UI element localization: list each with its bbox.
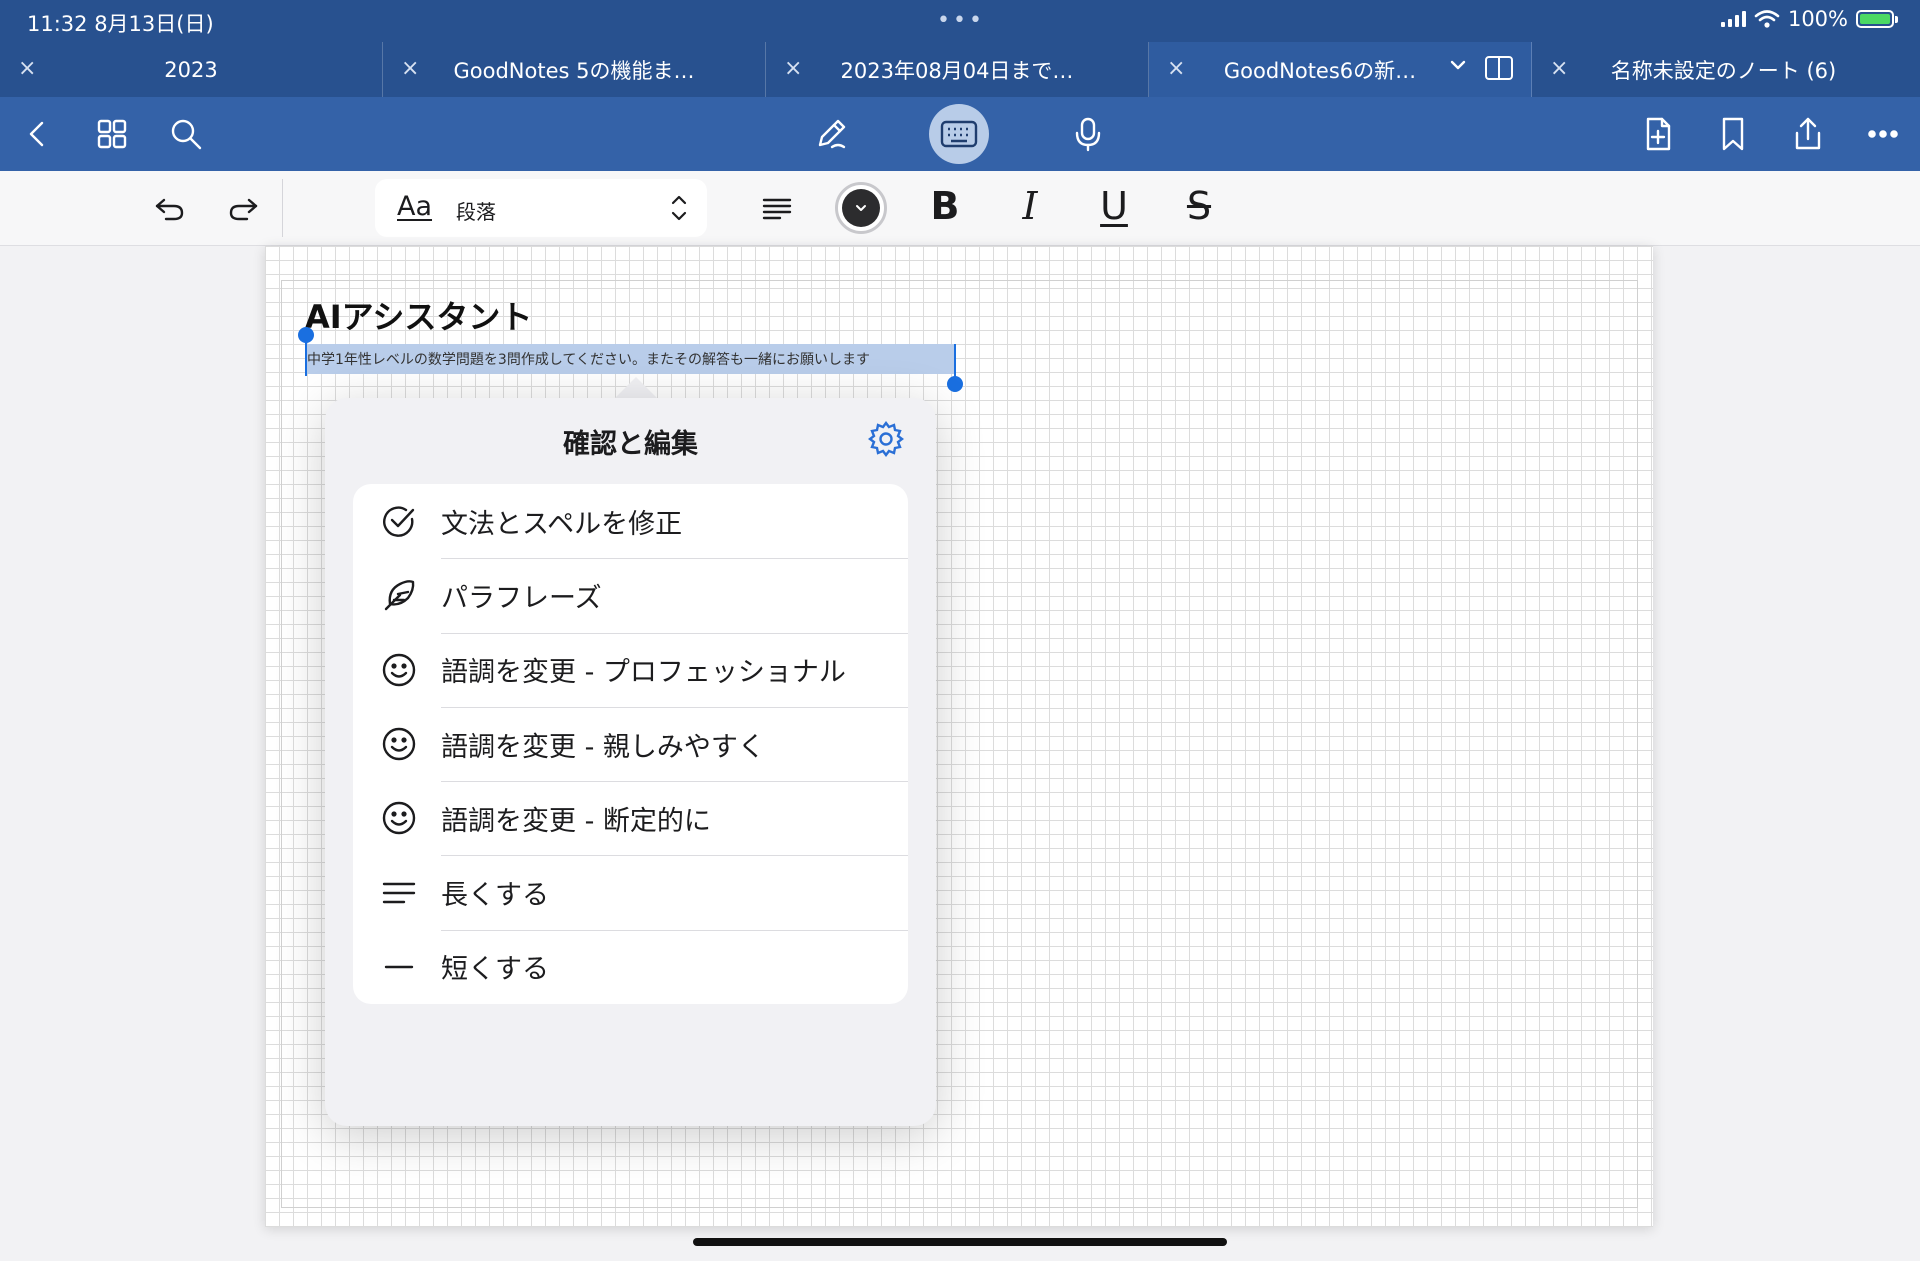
- battery-icon: [1856, 10, 1898, 28]
- selection-start-handle[interactable]: [298, 327, 314, 343]
- undo-icon[interactable]: [147, 187, 191, 231]
- tab-close-icon[interactable]: ×: [1167, 56, 1185, 81]
- status-indicators: 100%: [1720, 7, 1898, 31]
- menu-item-tone-professional[interactable]: 語調を変更 - プロフェッショナル: [353, 632, 908, 707]
- menu-item-label: 語調を変更 - 親しみやすく: [441, 731, 765, 763]
- grid-icon[interactable]: [89, 111, 135, 157]
- tab-label: 名称未設定のノート (6): [1610, 58, 1837, 83]
- tab-label: 2023: [164, 57, 218, 82]
- menu-item-shorten[interactable]: 短くする: [353, 929, 908, 1004]
- tab-20230804[interactable]: × 2023年08月04日まで…: [766, 42, 1149, 97]
- menu-item-label: 文法とスペルを修正: [441, 508, 683, 540]
- chevron-down-icon[interactable]: [1449, 56, 1467, 74]
- menu-item-label: パラフレーズ: [441, 582, 602, 614]
- chevron-down-icon: [842, 189, 880, 227]
- menu-item-label: 長くする: [441, 880, 549, 912]
- multitasking-dots-icon[interactable]: •••: [937, 8, 985, 33]
- tab-label: GoodNotes6の新…: [1223, 58, 1417, 83]
- menu-item-fix-grammar[interactable]: 文法とスペルを修正: [353, 484, 908, 558]
- tab-close-icon[interactable]: ×: [401, 56, 419, 81]
- tab-goodnotes5[interactable]: × GoodNotes 5の機能ま…: [383, 42, 766, 97]
- strikethrough-button[interactable]: S: [1175, 182, 1223, 230]
- search-icon[interactable]: [163, 111, 209, 157]
- bold-button[interactable]: B: [921, 182, 969, 230]
- checkmark-circle-icon: [379, 501, 419, 541]
- tab-goodnotes6-active[interactable]: × GoodNotes6の新…: [1149, 42, 1532, 97]
- ai-assistant-popover: 確認と編集 文法とスペルを修正 パラフレーズ 語調を変更 - プロフェッショナル: [325, 398, 936, 1126]
- underline-button[interactable]: U: [1090, 182, 1138, 230]
- status-bar: 11:32 8月13日(日) ••• 100%: [0, 0, 1920, 42]
- smiley-icon: [379, 798, 419, 838]
- back-icon[interactable]: [15, 111, 61, 157]
- selection-end-handle[interactable]: [947, 376, 963, 392]
- menu-item-tone-assertive[interactable]: 語調を変更 - 断定的に: [353, 781, 908, 855]
- text-color-picker[interactable]: [835, 182, 887, 234]
- split-view-icon[interactable]: [1485, 56, 1513, 80]
- home-indicator[interactable]: [693, 1238, 1227, 1246]
- tab-label: 2023年08月04日まで…: [840, 58, 1074, 83]
- add-page-icon[interactable]: [1635, 111, 1681, 157]
- feather-icon: [379, 575, 419, 615]
- microphone-icon[interactable]: [1065, 111, 1111, 157]
- menu-item-lengthen[interactable]: 長くする: [353, 855, 908, 929]
- tab-label: GoodNotes 5の機能ま…: [453, 58, 695, 83]
- popover-arrow: [614, 377, 658, 399]
- up-down-chevron-icon: [671, 195, 687, 221]
- smiley-icon: [379, 724, 419, 764]
- dash-icon: [379, 947, 419, 987]
- lines-icon: [379, 873, 419, 913]
- menu-item-label: 語調を変更 - 断定的に: [441, 805, 711, 837]
- paragraph-style-value: 段落: [456, 200, 496, 224]
- edit-options-list: 文法とスペルを修正 パラフレーズ 語調を変更 - プロフェッショナル 語調を変更…: [353, 484, 908, 1004]
- bookmark-icon[interactable]: [1710, 111, 1756, 157]
- status-time: 11:32 8月13日(日): [27, 12, 214, 36]
- gear-icon[interactable]: [867, 420, 905, 458]
- paragraph-style-select[interactable]: Aa 段落: [375, 179, 707, 237]
- tab-2023[interactable]: × 2023: [0, 42, 383, 97]
- more-icon[interactable]: [1860, 111, 1906, 157]
- tab-close-icon[interactable]: ×: [18, 56, 36, 81]
- tab-untitled-note[interactable]: × 名称未設定のノート (6): [1532, 42, 1915, 97]
- menu-item-paraphrase[interactable]: パラフレーズ: [353, 558, 908, 632]
- keyboard-icon[interactable]: [929, 104, 989, 164]
- battery-percent: 100%: [1787, 7, 1848, 31]
- tab-close-icon[interactable]: ×: [784, 56, 802, 81]
- redo-icon[interactable]: [222, 187, 266, 231]
- menu-item-label: 短くする: [441, 954, 549, 986]
- menu-item-tone-friendly[interactable]: 語調を変更 - 親しみやすく: [353, 706, 908, 781]
- tab-close-icon[interactable]: ×: [1550, 56, 1568, 81]
- wifi-icon: [1754, 10, 1780, 28]
- smiley-icon: [379, 650, 419, 690]
- pen-icon[interactable]: [808, 111, 854, 157]
- selected-text[interactable]: 中学1年性レベルの数学問題を3問作成してください。またその解答も一緒にお願いしま…: [305, 344, 954, 374]
- menu-item-label: 語調を変更 - プロフェッショナル: [441, 657, 846, 689]
- share-icon[interactable]: [1785, 111, 1831, 157]
- document-tab-strip: × 2023 × GoodNotes 5の機能ま… × 2023年08月04日ま…: [0, 42, 1920, 97]
- text-style-icon: Aa: [397, 191, 433, 222]
- italic-button[interactable]: I: [1006, 182, 1054, 230]
- popover-title: 確認と編集: [563, 429, 698, 460]
- align-left-icon[interactable]: [755, 187, 799, 231]
- main-toolbar: [0, 97, 1920, 171]
- note-title[interactable]: AIアシスタント: [305, 292, 532, 338]
- toolbar-divider: [282, 179, 283, 237]
- cellular-signal-icon: [1720, 11, 1746, 27]
